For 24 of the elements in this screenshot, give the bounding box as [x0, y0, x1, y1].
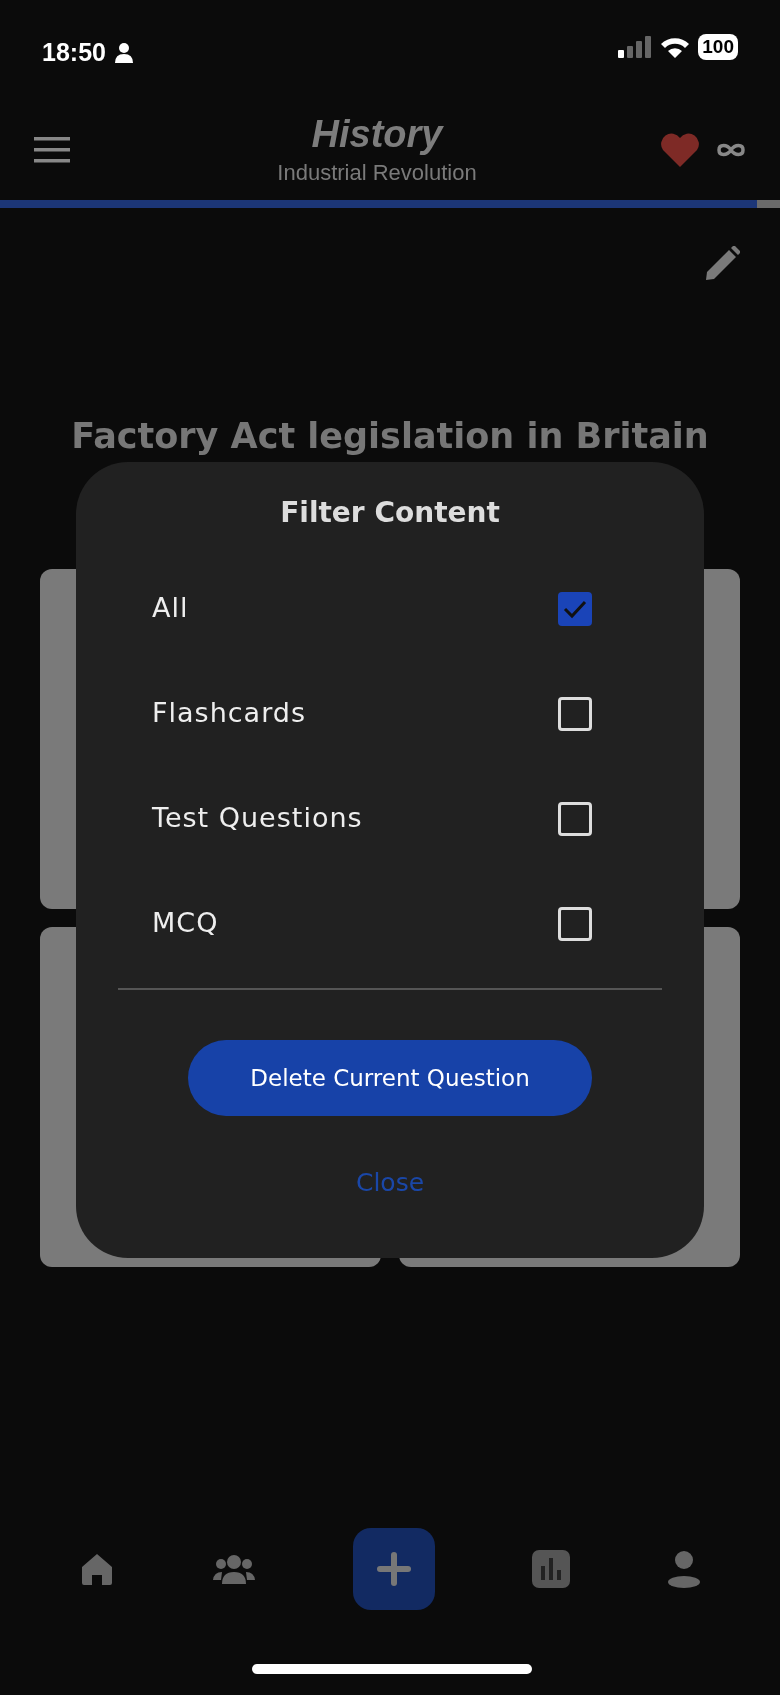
signal-icon [618, 36, 653, 58]
option-label: MCQ [152, 906, 219, 941]
question-title: Factory Act legislation in Britain [70, 415, 710, 458]
subject-title: History [310, 111, 445, 156]
menu-icon[interactable] [34, 137, 70, 163]
delete-question-button[interactable]: Delete Current Question [188, 1040, 592, 1116]
check-icon [563, 598, 587, 619]
pencil-icon[interactable] [704, 246, 740, 282]
option-label: All [152, 591, 189, 626]
topic-subtitle: Industrial Revolution [277, 158, 477, 187]
people-icon[interactable] [211, 1552, 256, 1586]
add-button[interactable] [352, 1528, 435, 1610]
battery-level: 100 [698, 34, 738, 60]
status-time: 18:50 [42, 37, 106, 68]
profile-icon[interactable] [667, 1550, 702, 1588]
chart-icon[interactable] [532, 1550, 571, 1588]
infinity-icon [716, 142, 746, 158]
option-label: Test Questions [152, 801, 363, 836]
person-icon [113, 41, 134, 64]
wifi-icon [660, 36, 691, 58]
dialog-title: Filter Content [279, 495, 501, 531]
checkbox[interactable] [558, 591, 592, 626]
option-label: Flashcards [152, 696, 306, 731]
plus-icon [374, 1550, 413, 1588]
